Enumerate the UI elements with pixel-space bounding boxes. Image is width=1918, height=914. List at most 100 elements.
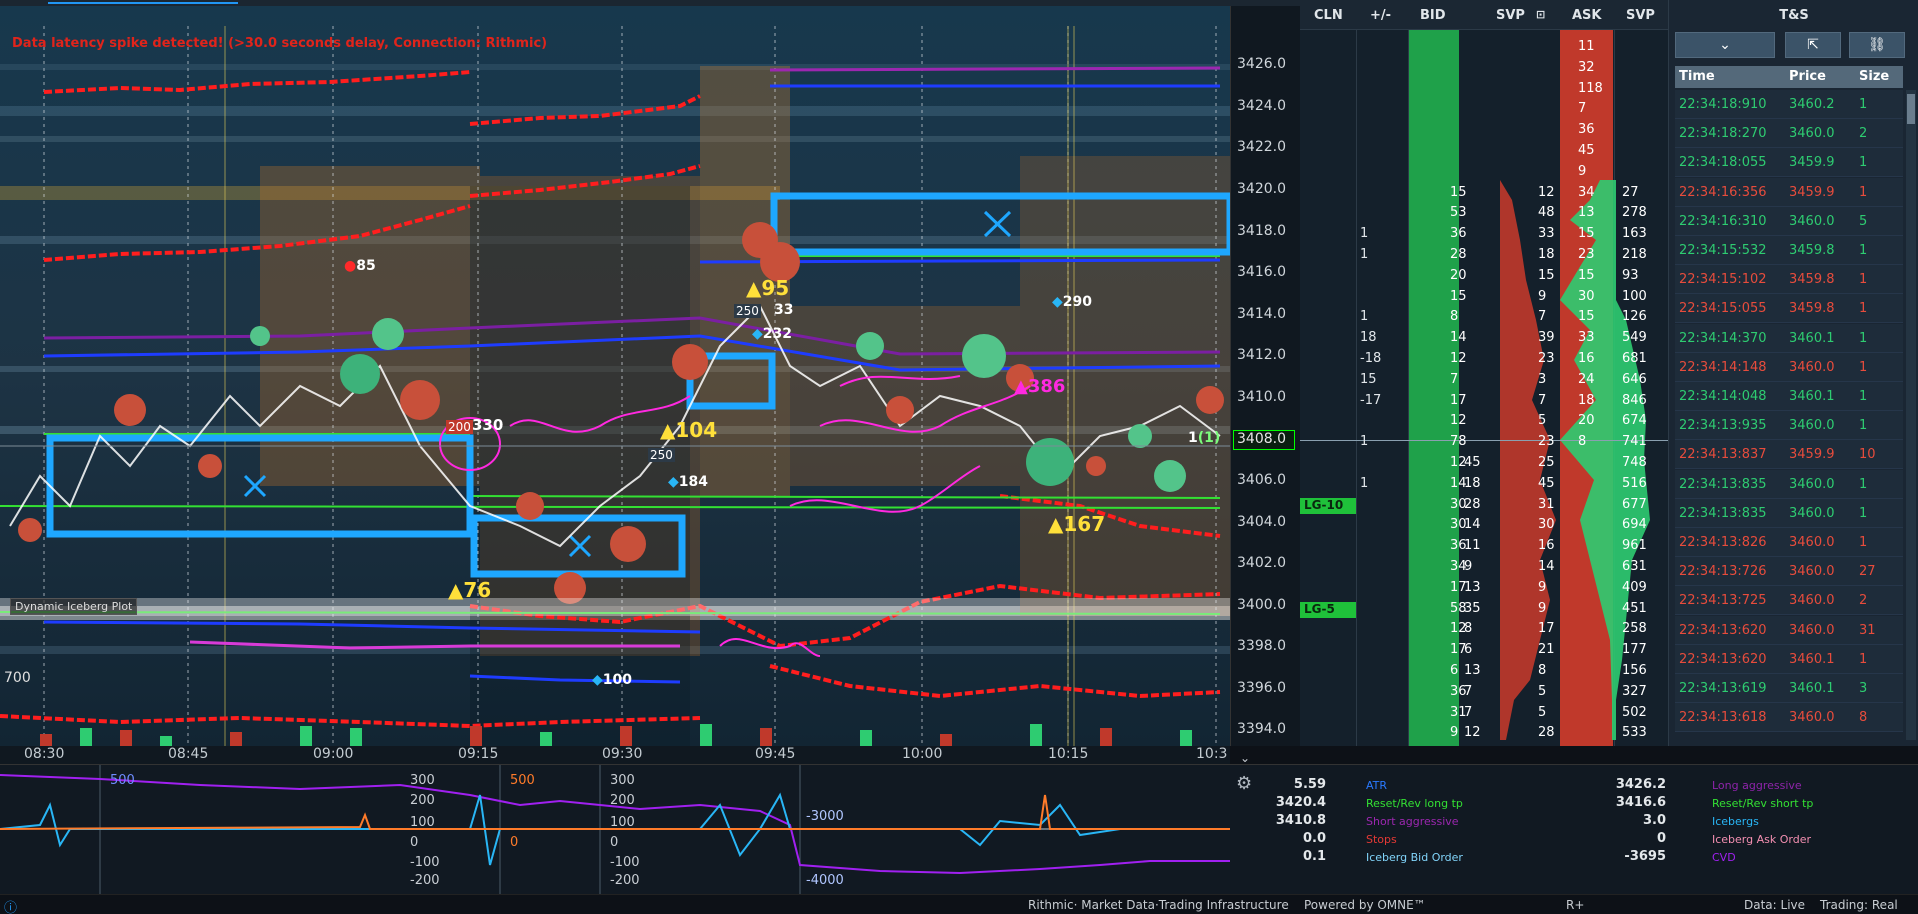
ladder-row[interactable]: 20 15 15 93 xyxy=(1300,266,1668,286)
ladder-row[interactable]: 36 11 16 961 xyxy=(1300,536,1668,556)
ladder-row[interactable]: 30 14 30 694 xyxy=(1300,515,1668,535)
ladder-row[interactable]: -18 12 23 16 681 xyxy=(1300,349,1668,369)
price-label: 3422.0 xyxy=(1237,139,1286,155)
marker-1: 1(1) xyxy=(1188,430,1221,446)
ladder-row[interactable]: 32 xyxy=(1300,58,1668,78)
ladder-row[interactable]: 45 xyxy=(1300,141,1668,161)
ladder-svp-bid-cell: 7 xyxy=(1464,683,1473,699)
gear-icon[interactable]: ⚙ xyxy=(1236,773,1252,794)
ladder-row[interactable]: 1 78 23 8 741 xyxy=(1300,432,1668,452)
ts-size-cell: 1 xyxy=(1859,301,1868,317)
ladder-row[interactable]: 58 35 9 451 xyxy=(1300,599,1668,619)
ts-export-button[interactable]: ⇱ xyxy=(1785,32,1841,58)
ladder-row[interactable]: 15 12 34 27 xyxy=(1300,183,1668,203)
stat-key: Iceberg Ask Order xyxy=(1712,833,1811,846)
ts-price-cell: 3460.0 xyxy=(1789,126,1835,142)
ts-row[interactable]: 22:34:13:726 3460.0 27 xyxy=(1675,557,1903,587)
ts-scroll-thumb[interactable] xyxy=(1907,94,1915,124)
ts-row[interactable]: 22:34:13:725 3460.0 2 xyxy=(1675,586,1903,616)
sub-label: 0 xyxy=(610,835,619,850)
ladder-ask-cell: 118 xyxy=(1578,80,1603,96)
ladder-row[interactable]: -17 17 7 18 846 xyxy=(1300,391,1668,411)
ts-row[interactable]: 22:34:14:370 3460.1 1 xyxy=(1675,323,1903,353)
ladder-row[interactable]: 15 9 30 100 xyxy=(1300,287,1668,307)
ts-size-cell: 1 xyxy=(1859,330,1868,346)
ts-dropdown-button[interactable]: ⌄ xyxy=(1675,32,1775,58)
ts-row[interactable]: 22:34:15:055 3459.8 1 xyxy=(1675,294,1903,324)
ts-row[interactable]: 22:34:13:935 3460.0 1 xyxy=(1675,411,1903,441)
ts-scrollbar[interactable] xyxy=(1906,90,1916,740)
time-label: 09:45 xyxy=(755,746,796,762)
ts-size-cell: 1 xyxy=(1859,97,1868,112)
price-axis[interactable]: 3426.0 3424.0 3422.0 3420.0 3418.0 3416.… xyxy=(1230,6,1300,746)
ladder-row[interactable]: 18 14 39 33 549 xyxy=(1300,328,1668,348)
ladder-row[interactable]: 53 48 13 278 xyxy=(1300,203,1668,223)
ladder-svp-ask-cell: 5 xyxy=(1538,704,1547,720)
time-axis[interactable]: 08:30 08:45 09:00 09:15 09:30 09:45 10:0… xyxy=(0,746,1230,764)
ladder-row[interactable]: 9 12 28 533 xyxy=(1300,723,1668,743)
ladder-row[interactable]: 34 9 14 631 xyxy=(1300,557,1668,577)
ladder-row[interactable]: 6 13 8 156 xyxy=(1300,661,1668,681)
ts-row[interactable]: 22:34:14:148 3460.0 1 xyxy=(1675,352,1903,382)
marker-33: 33 xyxy=(774,302,794,318)
ts-row[interactable]: 22:34:18:055 3459.9 1 xyxy=(1675,148,1903,178)
time-and-sales-panel[interactable]: T&S ⌄ ⇱ ⛓ Time Price Size 22:34:18:910 34… xyxy=(1668,0,1918,746)
ladder-row[interactable]: 12 8 17 258 xyxy=(1300,619,1668,639)
ladder-row[interactable]: 12 45 25 748 xyxy=(1300,453,1668,473)
ts-row[interactable]: 22:34:13:837 3459.9 10 xyxy=(1675,440,1903,470)
collapse-chevron-icon[interactable]: ⌄ xyxy=(1240,751,1250,765)
heatmap-chart[interactable]: Data latency spike detected! (>30.0 seco… xyxy=(0,6,1230,746)
ladder-row[interactable]: 17 6 21 177 xyxy=(1300,640,1668,660)
ladder-row[interactable]: 17 13 9 409 xyxy=(1300,578,1668,598)
ladder-row[interactable]: 15 7 3 24 646 xyxy=(1300,370,1668,390)
ladder-row[interactable]: 1 36 33 15 163 xyxy=(1300,224,1668,244)
ladder-row[interactable]: 12 5 20 674 xyxy=(1300,411,1668,431)
ladder-plus-minus-cell: 18 xyxy=(1360,330,1377,346)
marker-250-b: 250 xyxy=(648,448,675,462)
ts-price-cell: 3459.9 xyxy=(1789,447,1835,463)
ts-row[interactable]: 22:34:13:835 3460.0 1 xyxy=(1675,498,1903,528)
price-label: 3412.0 xyxy=(1237,347,1286,363)
ladder-row[interactable]: 9 xyxy=(1300,162,1668,182)
ladder-svp-cell: 533 xyxy=(1622,725,1647,741)
stat-value: 3.0 xyxy=(1642,813,1666,828)
ts-row[interactable]: 22:34:14:048 3460.1 1 xyxy=(1675,382,1903,411)
ts-row[interactable]: 22:34:13:835 3460.0 1 xyxy=(1675,469,1903,499)
active-tab-indicator[interactable] xyxy=(48,2,238,4)
ts-row[interactable]: 22:34:13:620 3460.1 1 xyxy=(1675,644,1903,674)
ladder-row[interactable]: 31 7 5 502 xyxy=(1300,703,1668,723)
ladder-svp-cell: 163 xyxy=(1622,226,1647,242)
ts-row[interactable]: 22:34:13:826 3460.0 1 xyxy=(1675,528,1903,557)
price-label: 3420.0 xyxy=(1237,181,1286,197)
ts-row[interactable]: 22:34:15:532 3459.8 1 xyxy=(1675,236,1903,265)
dom-ladder[interactable]: CLN +/- BID SVP ⊡ ASK SVP LG-10 LG-5 11 3… xyxy=(1300,0,1668,746)
ts-row[interactable]: 22:34:16:356 3459.9 1 xyxy=(1675,177,1903,207)
ts-row[interactable]: 22:34:16:310 3460.0 5 xyxy=(1675,206,1903,236)
ts-row[interactable]: 22:34:18:270 3460.0 2 xyxy=(1675,119,1903,149)
ladder-ask-cell: 8 xyxy=(1578,434,1587,450)
ts-row[interactable]: 22:34:15:102 3459.8 1 xyxy=(1675,265,1903,295)
info-icon[interactable]: ⓘ xyxy=(4,897,17,914)
ladder-row[interactable]: 1 8 7 15 126 xyxy=(1300,307,1668,327)
ts-row[interactable]: 22:34:13:619 3460.1 3 xyxy=(1675,674,1903,703)
ladder-svp-cell: 409 xyxy=(1622,579,1647,595)
rithmic-logo: Rithmic· Market Data·Trading Infrastruct… xyxy=(1028,898,1289,912)
ladder-row[interactable]: 30 28 31 677 xyxy=(1300,495,1668,515)
ladder-ask-cell: 15 xyxy=(1578,226,1595,242)
ladder-row[interactable]: 36 7 5 327 xyxy=(1300,682,1668,702)
ts-row[interactable]: 22:34:18:910 3460.2 1 xyxy=(1675,90,1903,119)
ts-price-cell: 3460.2 xyxy=(1789,97,1835,112)
ladder-row[interactable]: 11 xyxy=(1300,37,1668,57)
ts-link-button[interactable]: ⛓ xyxy=(1849,32,1905,58)
ladder-row[interactable]: 118 xyxy=(1300,79,1668,99)
ladder-row[interactable]: 1 14 18 45 516 xyxy=(1300,474,1668,494)
ts-row[interactable]: 22:34:13:620 3460.0 31 xyxy=(1675,615,1903,645)
sub-label: 200 xyxy=(610,793,635,808)
ladder-row[interactable]: 7 xyxy=(1300,99,1668,119)
ts-row[interactable]: 22:34:13:618 3460.0 8 xyxy=(1675,703,1903,733)
stat-value: 3426.2 xyxy=(1615,777,1666,792)
cvd-indicator-panel[interactable]: 500 300 200 100 0 -100 -200 500 0 300 20… xyxy=(0,764,1230,894)
ladder-row[interactable]: 36 xyxy=(1300,120,1668,140)
ladder-bid-cell: 36 xyxy=(1450,226,1467,242)
ladder-row[interactable]: 1 28 18 23 218 xyxy=(1300,245,1668,265)
